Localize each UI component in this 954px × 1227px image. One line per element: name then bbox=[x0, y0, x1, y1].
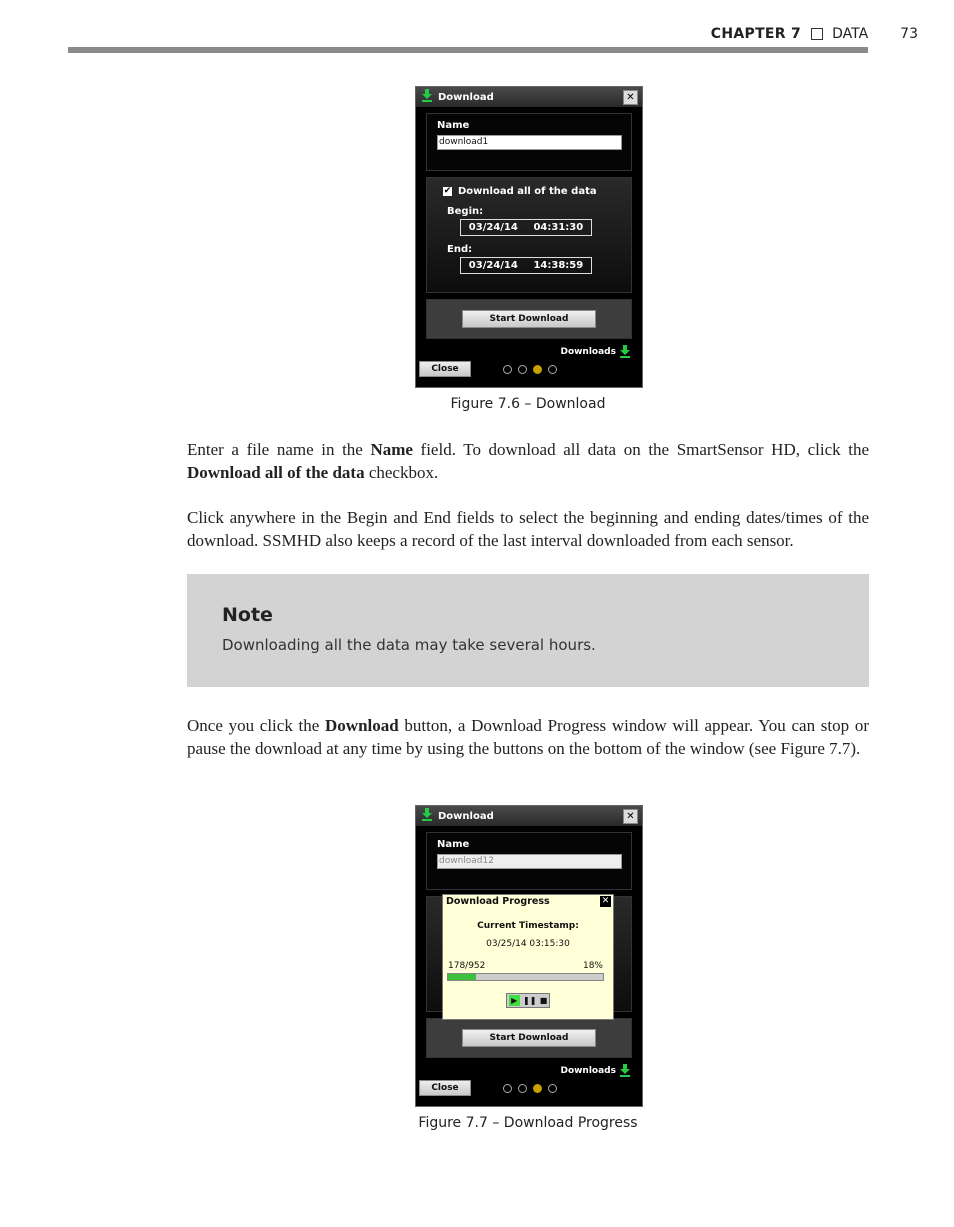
downloads-label: Downloads bbox=[560, 346, 616, 357]
download-arrow-icon bbox=[422, 808, 432, 824]
text: checkbox. bbox=[364, 462, 439, 482]
window-footer: Close bbox=[416, 1079, 642, 1097]
header-rule bbox=[68, 47, 868, 53]
progress-titlebar: Download Progress ✕ bbox=[443, 895, 613, 909]
name-panel: Name download1 bbox=[426, 113, 632, 171]
stop-icon[interactable]: ■ bbox=[540, 996, 548, 1005]
name-input[interactable]: download1 bbox=[437, 135, 622, 150]
end-field[interactable]: 03/24/14 14:38:59 bbox=[460, 257, 592, 274]
download-window: Download ✕ Name download1 ✔ Download all … bbox=[415, 86, 643, 388]
section-label: DATA bbox=[832, 26, 869, 42]
progress-bar bbox=[447, 973, 604, 981]
start-download-button[interactable]: Start Download bbox=[462, 1029, 596, 1047]
bold-text: Name bbox=[370, 440, 413, 459]
download-progress-dialog: Download Progress ✕ Current Timestamp: 0… bbox=[442, 894, 614, 1020]
note-text: Downloading all the data may take severa… bbox=[222, 636, 596, 654]
begin-date: 03/24/14 bbox=[468, 222, 518, 233]
downloads-label: Downloads bbox=[560, 1065, 616, 1076]
figure-caption: Figure 7.7 – Download Progress bbox=[418, 1115, 638, 1131]
current-timestamp-value: 03/25/14 03:15:30 bbox=[486, 939, 570, 949]
button-panel: Start Download bbox=[426, 1018, 632, 1058]
download-arrow-icon bbox=[422, 89, 432, 105]
range-panel: ✔ Download all of the data Begin: 03/24/1… bbox=[426, 177, 632, 293]
page-dot-active[interactable] bbox=[533, 1083, 542, 1093]
page-dot[interactable] bbox=[503, 1083, 512, 1093]
note-box: Note Downloading all the data may take s… bbox=[187, 574, 869, 687]
page-dots bbox=[503, 1083, 557, 1093]
page-dot[interactable] bbox=[518, 364, 527, 374]
page-dots bbox=[503, 364, 557, 374]
name-label: Name bbox=[437, 120, 470, 131]
window-title: Download bbox=[438, 91, 494, 103]
close-icon[interactable]: ✕ bbox=[623, 90, 638, 105]
current-timestamp-label: Current Timestamp: bbox=[477, 921, 579, 931]
window-footer: Close bbox=[416, 360, 642, 378]
note-heading: Note bbox=[222, 604, 273, 626]
begin-label: Begin: bbox=[447, 206, 484, 217]
page-dot[interactable] bbox=[503, 364, 512, 374]
window-title: Download bbox=[438, 810, 494, 822]
bold-text: Download all of the data bbox=[187, 462, 365, 482]
start-download-button[interactable]: Start Download bbox=[462, 310, 596, 328]
close-icon[interactable]: ✕ bbox=[600, 896, 611, 907]
button-panel: Start Download bbox=[426, 299, 632, 339]
page-number: 73 bbox=[900, 26, 918, 42]
page-dot[interactable] bbox=[548, 1083, 557, 1093]
paragraph-1: Enter a file name in the Name field. To … bbox=[187, 439, 869, 484]
figure-caption: Figure 7.6 – Download bbox=[450, 396, 606, 412]
running-header: CHAPTER 7 DATA 73 bbox=[711, 26, 918, 42]
window-titlebar: Download ✕ bbox=[416, 806, 642, 826]
name-input[interactable]: download12 bbox=[437, 854, 622, 869]
pause-icon[interactable]: ❚❚ bbox=[523, 996, 536, 1005]
page-dot[interactable] bbox=[548, 364, 557, 374]
paragraph-3: Once you click the Download button, a Do… bbox=[187, 715, 869, 760]
bold-text: Download bbox=[325, 716, 399, 735]
begin-time: 04:31:30 bbox=[533, 222, 584, 233]
name-panel: Name download12 bbox=[426, 832, 632, 890]
playback-controls: ▶ ❚❚ ■ bbox=[506, 993, 550, 1008]
progress-title: Download Progress bbox=[446, 896, 550, 907]
progress-counts: 178/952 18% bbox=[448, 961, 603, 971]
download-arrow-icon bbox=[620, 1064, 630, 1077]
text: field. To download all data on the Smart… bbox=[412, 440, 869, 459]
close-icon[interactable]: ✕ bbox=[623, 809, 638, 824]
downloads-link[interactable]: Downloads bbox=[416, 1064, 630, 1077]
begin-field[interactable]: 03/24/14 04:31:30 bbox=[460, 219, 592, 236]
name-label: Name bbox=[437, 839, 470, 850]
window-titlebar: Download ✕ bbox=[416, 87, 642, 107]
progress-percent: 18% bbox=[582, 961, 603, 971]
text: Enter a file name in the bbox=[187, 440, 371, 459]
separator-box bbox=[811, 28, 824, 40]
close-button[interactable]: Close bbox=[419, 1080, 471, 1096]
progress-fill bbox=[448, 974, 476, 980]
page-dot[interactable] bbox=[518, 1083, 527, 1093]
page-dot-active[interactable] bbox=[533, 364, 542, 374]
download-arrow-icon bbox=[620, 345, 630, 358]
chapter-label: CHAPTER 7 bbox=[710, 26, 802, 42]
end-date: 03/24/14 bbox=[468, 260, 518, 271]
download-window: Download ✕ Name download12 Start Downloa… bbox=[415, 805, 643, 1107]
close-button[interactable]: Close bbox=[419, 361, 471, 377]
paragraph-2: Click anywhere in the Begin and End fiel… bbox=[187, 508, 869, 550]
end-time: 14:38:59 bbox=[533, 260, 584, 271]
download-all-checkbox[interactable]: ✔ bbox=[443, 186, 452, 196]
text: Once you click the bbox=[187, 716, 326, 735]
download-all-label: Download all of the data bbox=[458, 186, 597, 197]
play-icon[interactable]: ▶ bbox=[508, 995, 520, 1006]
record-count: 178/952 bbox=[448, 961, 486, 971]
downloads-link[interactable]: Downloads bbox=[416, 345, 630, 358]
end-label: End: bbox=[447, 244, 473, 255]
